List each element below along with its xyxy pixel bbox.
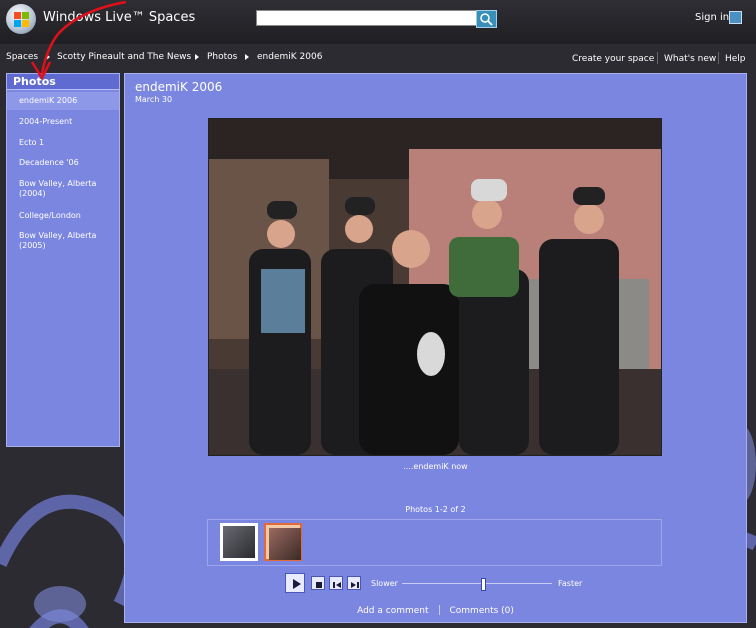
band-photo-image	[209, 119, 661, 455]
next-icon	[351, 582, 359, 588]
speed-slider-knob[interactable]	[481, 578, 486, 591]
create-space-link[interactable]: Create your space	[572, 54, 654, 64]
stop-button[interactable]	[311, 576, 325, 590]
album-date: March 30	[135, 95, 173, 104]
sidebar-item-college-london[interactable]: College/London	[7, 211, 119, 221]
sign-in-link[interactable]: Sign in	[695, 12, 729, 23]
speed-slider-track[interactable]	[402, 583, 552, 584]
photo-caption: ....endemiK now	[403, 462, 468, 471]
divider	[718, 52, 719, 64]
photos-sidebar: Photos endemiK 2006 2004-Present Ecto 1 …	[6, 73, 120, 447]
previous-icon	[333, 582, 341, 588]
sidebar-item-2004-present[interactable]: 2004-Present	[7, 117, 119, 127]
thumbnail-1[interactable]	[220, 523, 258, 561]
stop-icon	[316, 582, 322, 588]
speed-faster-label: Faster	[558, 579, 583, 588]
album-title: endemiK 2006	[135, 80, 223, 94]
thumbnail-strip	[207, 519, 662, 566]
thumbnail-2[interactable]	[264, 523, 302, 561]
sidebar-item-bow-valley-2005[interactable]: Bow Valley, Alberta (2005)	[7, 231, 107, 251]
divider	[657, 52, 658, 64]
band-photo[interactable]	[208, 118, 662, 456]
sign-in-icon[interactable]	[729, 11, 742, 24]
previous-button[interactable]	[329, 576, 343, 590]
whats-new-link[interactable]: What's new	[664, 54, 716, 64]
comments-link[interactable]: Comments (0)	[450, 606, 514, 616]
next-button[interactable]	[347, 576, 361, 590]
help-link[interactable]: Help	[725, 54, 746, 64]
comment-actions: Add a comment Comments (0)	[125, 605, 746, 616]
speed-slower-label: Slower	[371, 579, 398, 588]
sidebar-item-bow-valley-2004[interactable]: Bow Valley, Alberta (2004)	[7, 179, 107, 199]
search-icon	[480, 13, 493, 26]
play-icon	[293, 579, 301, 589]
search-button[interactable]	[476, 10, 497, 28]
photo-count: Photos 1-2 of 2	[405, 505, 466, 514]
breadcrumb-album: endemiK 2006	[257, 52, 323, 62]
add-comment-link[interactable]: Add a comment	[357, 606, 428, 616]
breadcrumb-arrow-icon	[245, 54, 249, 60]
divider	[438, 605, 440, 615]
annotation-arrow-icon	[30, 0, 127, 81]
sidebar-item-endemik-2006[interactable]: endemiK 2006	[7, 92, 119, 110]
sidebar-item-decadence-06[interactable]: Decadence '06	[7, 158, 119, 168]
search-input[interactable]	[256, 10, 478, 26]
album-panel: endemiK 2006 March 30 ....endemiK now Ph…	[124, 73, 747, 623]
play-button[interactable]	[285, 573, 305, 593]
sidebar-item-ecto-1[interactable]: Ecto 1	[7, 138, 119, 148]
breadcrumb-arrow-icon	[195, 54, 199, 60]
breadcrumb-photos[interactable]: Photos	[207, 52, 237, 62]
